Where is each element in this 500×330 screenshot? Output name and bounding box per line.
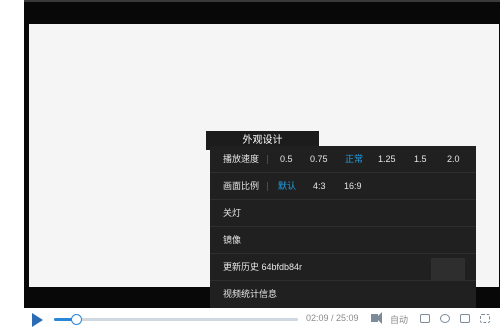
mirror-item[interactable]: 镜像	[210, 227, 476, 254]
quality-button[interactable]: 自动	[390, 313, 408, 326]
divider	[267, 155, 268, 164]
speed-option-0.75[interactable]: 0.75	[310, 146, 328, 173]
speed-option-0.5[interactable]: 0.5	[280, 146, 293, 173]
loop-icon[interactable]	[440, 314, 450, 323]
progress-handle[interactable]	[70, 314, 82, 325]
speed-option-2.0[interactable]: 2.0	[447, 146, 460, 173]
volume-icon[interactable]	[371, 312, 382, 324]
control-bar: 02:09 / 25:09 自动	[24, 308, 500, 330]
divider	[267, 182, 268, 191]
ratio-option-default[interactable]: 默认	[278, 173, 296, 200]
ratio-option-4-3[interactable]: 4:3	[313, 173, 326, 200]
video-stats-label: 视频统计信息	[223, 289, 278, 299]
update-history-label: 更新历史 64bfdb84r	[223, 262, 303, 272]
speed-label: 播放速度	[223, 154, 260, 164]
speed-row: 播放速度 0.5 0.75 正常 1.25 1.5 2.0	[210, 146, 476, 173]
tv-icon[interactable]	[460, 314, 470, 323]
subtitle-overlay	[431, 258, 465, 280]
player-top-border	[24, 0, 500, 2]
progress-bar[interactable]	[54, 314, 298, 325]
mirror-label: 镜像	[223, 235, 242, 245]
lights-off-item[interactable]: 关灯	[210, 200, 476, 227]
danmaku-icon[interactable]	[420, 314, 430, 323]
video-stats-item[interactable]: 视频统计信息	[210, 281, 476, 308]
speed-option-normal[interactable]: 正常	[345, 146, 363, 173]
speed-option-1.25[interactable]: 1.25	[378, 146, 396, 173]
ratio-label: 画面比例	[223, 181, 260, 191]
speed-option-1.5[interactable]: 1.5	[414, 146, 427, 173]
fullscreen-icon[interactable]	[480, 314, 490, 323]
time-display: 02:09 / 25:09	[306, 313, 359, 323]
lights-off-label: 关灯	[223, 208, 242, 218]
play-icon[interactable]	[32, 313, 43, 327]
settings-menu: 播放速度 0.5 0.75 正常 1.25 1.5 2.0 画面比例 默认 4:…	[210, 146, 476, 308]
ratio-row: 画面比例 默认 4:3 16:9	[210, 173, 476, 200]
ratio-option-16-9[interactable]: 16:9	[344, 173, 362, 200]
